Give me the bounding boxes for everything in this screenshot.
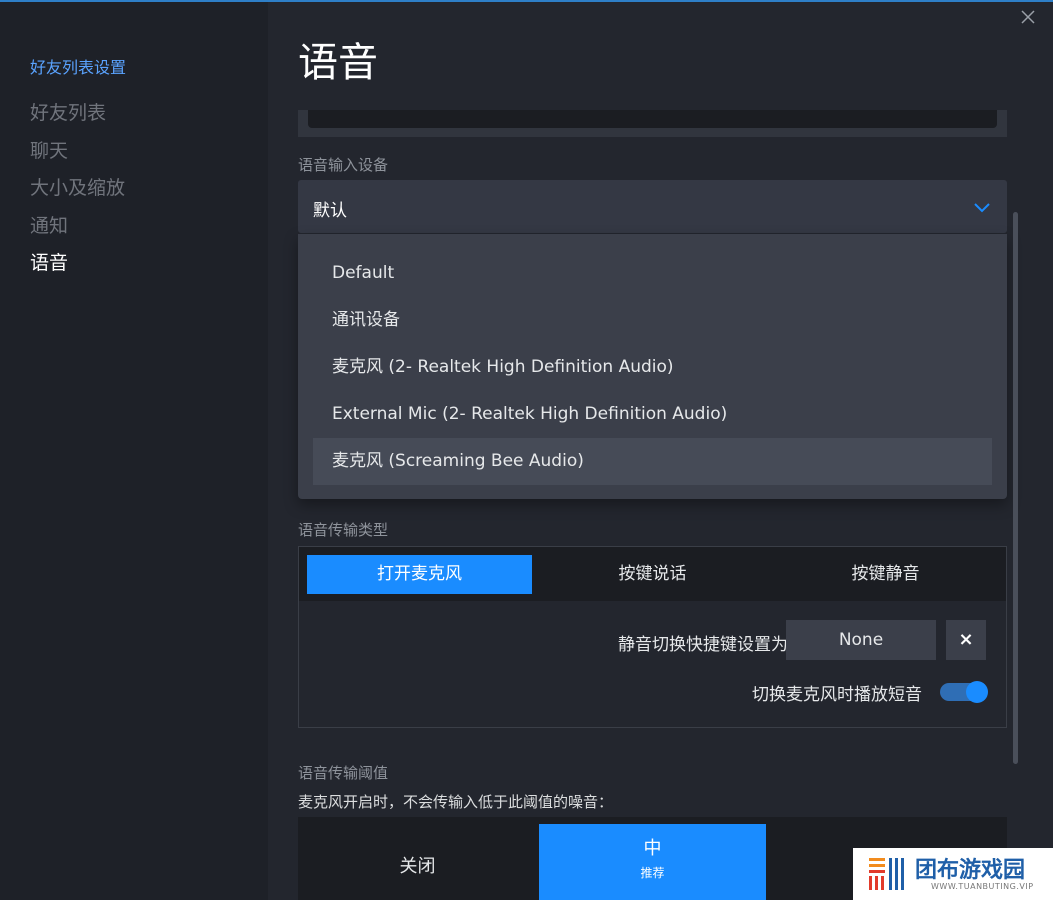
threshold-option-off[interactable]: 关闭 <box>304 824 531 900</box>
chevron-down-icon <box>974 203 990 213</box>
transmission-type-label: 语音传输类型 <box>298 521 389 539</box>
dropdown-option-default[interactable]: Default <box>313 250 992 297</box>
threshold-option-medium-sub: 推荐 <box>640 866 665 880</box>
toggle-sound-label: 切换麦克风时播放短音 <box>752 685 922 705</box>
threshold-option-medium[interactable]: 中 推荐 <box>539 824 766 900</box>
transmission-type-box: 打开麦克风 按键说话 按键静音 静音切换快捷键设置为 None × 切换麦克风时… <box>298 546 1007 728</box>
settings-sidebar: 好友列表设置 好友列表 聊天 大小及缩放 通知 语音 <box>0 2 268 900</box>
dropdown-option-screaming-bee[interactable]: 麦克风 (Screaming Bee Audio) <box>313 438 992 485</box>
transmission-tabs: 打开麦克风 按键说话 按键静音 <box>299 547 1006 601</box>
mute-shortcut-button[interactable]: None <box>786 620 936 660</box>
tab-push-to-mute[interactable]: 按键静音 <box>773 555 998 594</box>
threshold-option-off-label: 关闭 <box>399 856 436 877</box>
clear-shortcut-button[interactable]: × <box>946 620 986 660</box>
voice-settings-panel: 语音 语音输入设备 默认 Default 通讯设备 麦克风 (2- Realte… <box>268 2 1053 900</box>
watermark-text: 团布游戏园 <box>915 858 1026 883</box>
sidebar-item-friends-list[interactable]: 好友列表 <box>30 98 106 125</box>
sidebar-item-size-scaling[interactable]: 大小及缩放 <box>30 173 125 200</box>
watermark-url: WWW.TUANBUTING.VIP <box>931 882 1034 891</box>
page-title: 语音 <box>298 40 378 86</box>
sidebar-header: 好友列表设置 <box>30 58 127 77</box>
input-device-selected-value: 默认 <box>313 201 347 221</box>
input-device-select[interactable]: 默认 <box>298 180 1007 233</box>
toggle-sound-switch[interactable] <box>940 681 988 703</box>
dropdown-option-realtek-mic[interactable]: 麦克风 (2- Realtek High Definition Audio) <box>313 344 992 391</box>
toggle-knob <box>966 681 988 703</box>
sidebar-item-chat[interactable]: 聊天 <box>30 136 68 163</box>
dropdown-option-external-mic[interactable]: External Mic (2- Realtek High Definition… <box>313 391 992 438</box>
tab-push-to-talk[interactable]: 按键说话 <box>540 555 765 594</box>
watermark: 团布游戏园 WWW.TUANBUTING.VIP <box>853 848 1053 900</box>
input-device-label: 语音输入设备 <box>298 156 389 174</box>
previous-section-remnant <box>298 110 1007 137</box>
threshold-description: 麦克风开启时，不会传输入低于此阈值的噪音： <box>298 793 614 811</box>
dropdown-option-comm-device[interactable]: 通讯设备 <box>313 297 992 344</box>
watermark-logo-icon <box>869 858 904 890</box>
sidebar-item-voice[interactable]: 语音 <box>30 248 68 275</box>
threshold-option-medium-label: 中 <box>643 838 662 859</box>
sidebar-item-notifications[interactable]: 通知 <box>30 211 68 238</box>
tab-open-mic[interactable]: 打开麦克风 <box>307 555 532 594</box>
previous-section-inner <box>308 110 997 128</box>
threshold-label: 语音传输阈值 <box>298 764 389 782</box>
input-device-dropdown: Default 通讯设备 麦克风 (2- Realtek High Defini… <box>298 234 1007 499</box>
scrollbar[interactable] <box>1013 212 1018 764</box>
mute-shortcut-label: 静音切换快捷键设置为 <box>618 635 788 655</box>
